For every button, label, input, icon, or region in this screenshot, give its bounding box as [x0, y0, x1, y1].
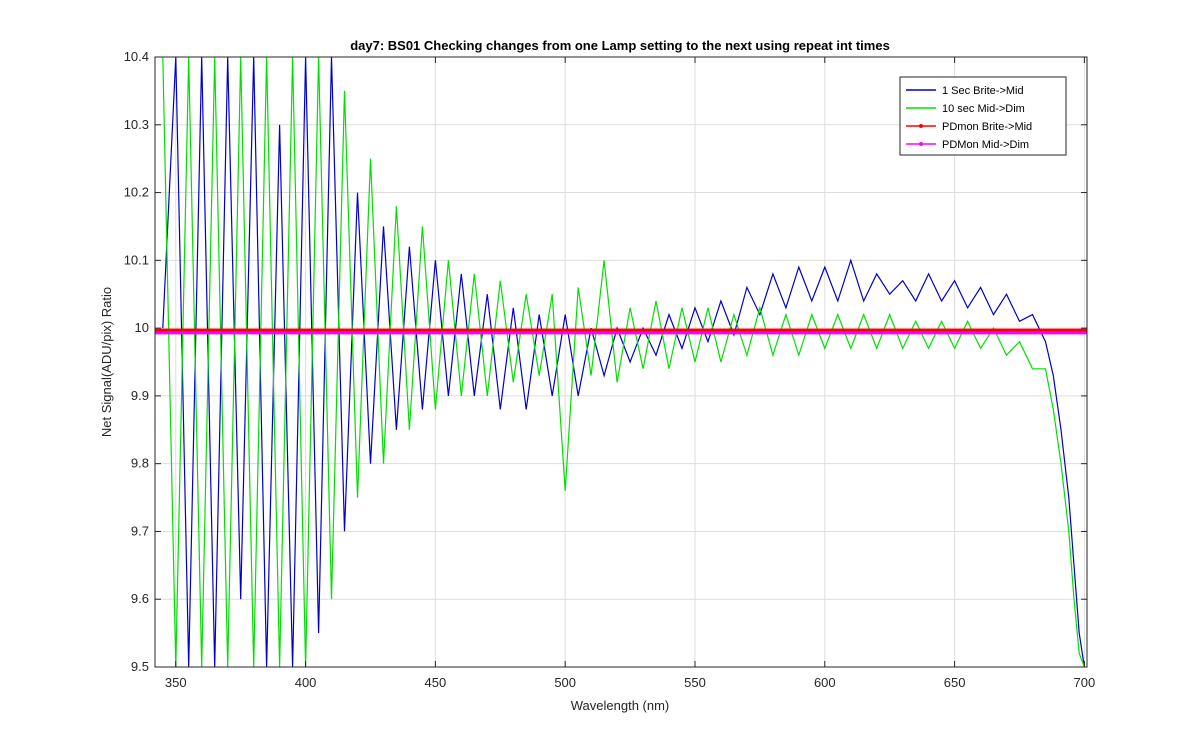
legend-marker [919, 142, 923, 146]
legend-label: PDmon Brite->Mid [942, 121, 1032, 133]
legend: 1 Sec Brite->Mid 10 sec Mid->Dim PDmon Bri… [899, 76, 1067, 156]
line-chart: 350 400 450 500 550 600 650 700 9.5 9.6 9.7 9.8 9.9 1… [0, 0, 1200, 750]
y-tick-label: 10.3 [124, 117, 149, 132]
x-tick-label: 400 [295, 675, 317, 690]
y-tick-label: 9.8 [131, 456, 149, 471]
y-tick-label: 9.7 [131, 523, 149, 538]
y-tick-label: 10.4 [124, 49, 149, 64]
y-tick-label: 9.5 [131, 659, 149, 674]
y-tick-label: 9.6 [131, 591, 149, 606]
y-tick-label: 10.2 [124, 185, 149, 200]
y-axis-label: Net Signal(ADU/pix) Ratio [99, 287, 114, 437]
x-tick-label: 600 [814, 675, 836, 690]
chart-title: day7: BS01 Checking changes from one Lam… [350, 38, 890, 53]
x-tick-label: 450 [425, 675, 447, 690]
legend-label: 1 Sec Brite->Mid [942, 85, 1024, 97]
x-tick-label: 350 [165, 675, 187, 690]
legend-label: PDMon Mid->Dim [942, 139, 1029, 151]
x-tick-label: 500 [554, 675, 576, 690]
x-axis-label: Wavelength (nm) [571, 698, 670, 713]
y-tick-label: 10 [135, 320, 149, 335]
x-tick-label: 550 [684, 675, 706, 690]
y-tick-label: 10.1 [124, 252, 149, 267]
legend-label: 10 sec Mid->Dim [942, 103, 1025, 115]
x-tick-label: 700 [1074, 675, 1096, 690]
x-tick-label: 650 [944, 675, 966, 690]
y-tick-label: 9.9 [131, 388, 149, 403]
legend-marker [919, 124, 923, 128]
